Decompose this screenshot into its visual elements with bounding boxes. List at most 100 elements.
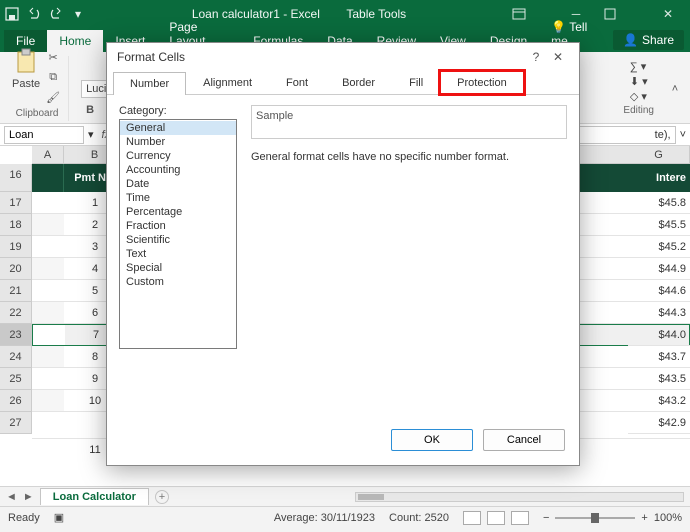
- status-bar: Ready ▣ Average: 30/11/1923 Count: 2520 …: [0, 506, 690, 528]
- row-26[interactable]: 26: [0, 390, 32, 412]
- dialog-tabs: Number Alignment Font Border Fill Protec…: [107, 71, 579, 95]
- cell-interest[interactable]: $43.5: [628, 368, 690, 390]
- dialog-close-icon[interactable]: ✕: [547, 50, 569, 64]
- category-item[interactable]: Custom: [120, 275, 236, 289]
- save-icon[interactable]: [4, 6, 20, 22]
- autosum-button[interactable]: ∑ ▾: [630, 60, 646, 73]
- cell-interest[interactable]: $45.8: [628, 192, 690, 214]
- category-item[interactable]: General: [120, 121, 236, 135]
- collapse-ribbon-icon[interactable]: ˄: [666, 80, 684, 98]
- editing-group-label: Editing: [623, 105, 654, 116]
- format-description: General format cells have no specific nu…: [251, 151, 567, 163]
- category-item[interactable]: Number: [120, 135, 236, 149]
- bold-button[interactable]: B: [81, 101, 99, 119]
- cell-interest[interactable]: $45.5: [628, 214, 690, 236]
- minimize-icon[interactable]: ─: [558, 7, 594, 21]
- category-item[interactable]: Percentage: [120, 205, 236, 219]
- undo-icon[interactable]: [26, 6, 42, 22]
- dialog-tab-fill[interactable]: Fill: [392, 71, 440, 94]
- cancel-button[interactable]: Cancel: [483, 429, 565, 451]
- paste-label: Paste: [12, 78, 40, 90]
- dialog-title: Format Cells: [117, 50, 185, 64]
- cell-interest[interactable]: $45.2: [628, 236, 690, 258]
- cell-interest[interactable]: $44.3: [628, 302, 690, 324]
- category-label: Category:: [119, 105, 237, 117]
- category-item[interactable]: Text: [120, 247, 236, 261]
- row-23[interactable]: 23: [0, 324, 32, 346]
- context-tab-title: Table Tools: [346, 7, 406, 21]
- row-27[interactable]: 27: [0, 412, 32, 434]
- status-avg-value: 30/11/1923: [321, 512, 375, 524]
- format-painter-icon[interactable]: 🖌: [44, 88, 62, 106]
- view-pagelayout-icon[interactable]: [487, 511, 505, 525]
- dialog-tab-alignment[interactable]: Alignment: [186, 71, 269, 94]
- status-count-value: 2520: [425, 512, 449, 524]
- zoom-in-icon[interactable]: +: [641, 512, 647, 524]
- view-pagebreak-icon[interactable]: [511, 511, 529, 525]
- share-label: Share: [642, 33, 674, 47]
- category-item[interactable]: Fraction: [120, 219, 236, 233]
- sheet-nav-next-icon[interactable]: ►: [23, 491, 34, 503]
- fill-button[interactable]: ⬇ ▾: [630, 75, 648, 88]
- row-17[interactable]: 17: [0, 192, 32, 214]
- category-item[interactable]: Time: [120, 191, 236, 205]
- sheet-tabs: ◄ ► Loan Calculator +: [0, 486, 690, 506]
- qat-dropdown-icon[interactable]: ▾: [70, 6, 86, 22]
- status-avg-label: Average:: [274, 512, 318, 524]
- category-item[interactable]: Special: [120, 261, 236, 275]
- maximize-icon[interactable]: [604, 8, 640, 20]
- status-ready: Ready: [8, 512, 40, 524]
- formula-expand-icon[interactable]: ˅: [680, 129, 686, 141]
- zoom-slider[interactable]: [555, 517, 635, 519]
- horizontal-scrollbar[interactable]: [355, 492, 684, 502]
- row-24[interactable]: 24: [0, 346, 32, 368]
- sample-box: Sample: [251, 105, 567, 139]
- namebox-dropdown-icon[interactable]: ▾: [88, 128, 94, 141]
- category-item[interactable]: Currency: [120, 149, 236, 163]
- row-22[interactable]: 22: [0, 302, 32, 324]
- ok-button[interactable]: OK: [391, 429, 473, 451]
- col-header-A[interactable]: A: [32, 146, 64, 163]
- sheet-tab-loan[interactable]: Loan Calculator: [40, 488, 149, 505]
- cell-interest[interactable]: $43.7: [628, 346, 690, 368]
- row-headers[interactable]: 16 17 18 19 20 21 22 23 24 25 26 27: [0, 164, 32, 434]
- dialog-tab-font[interactable]: Font: [269, 71, 325, 94]
- sheet-nav-prev-icon[interactable]: ◄: [6, 491, 17, 503]
- cut-icon[interactable]: ✂: [44, 48, 62, 66]
- dialog-help-icon[interactable]: ?: [525, 50, 547, 64]
- copy-icon[interactable]: ⧉: [44, 68, 62, 86]
- row-25[interactable]: 25: [0, 368, 32, 390]
- cell-interest[interactable]: $44.9: [628, 258, 690, 280]
- col-header-G[interactable]: G: [628, 146, 690, 163]
- row-21[interactable]: 21: [0, 280, 32, 302]
- cell-interest[interactable]: $43.2: [628, 390, 690, 412]
- zoom-out-icon[interactable]: −: [543, 512, 549, 524]
- row-16[interactable]: 16: [0, 164, 32, 192]
- dialog-tab-border[interactable]: Border: [325, 71, 392, 94]
- format-cells-dialog: Format Cells ? ✕ Number Alignment Font B…: [106, 42, 580, 466]
- category-list[interactable]: GeneralNumberCurrencyAccountingDateTimeP…: [119, 119, 237, 349]
- ribbon-options-icon[interactable]: [512, 8, 548, 20]
- category-item[interactable]: Accounting: [120, 163, 236, 177]
- row-18[interactable]: 18: [0, 214, 32, 236]
- name-box[interactable]: [4, 126, 84, 144]
- category-item[interactable]: Date: [120, 177, 236, 191]
- row-20[interactable]: 20: [0, 258, 32, 280]
- paste-button[interactable]: Paste: [12, 48, 40, 90]
- redo-icon[interactable]: [48, 6, 64, 22]
- macro-record-icon[interactable]: ▣: [54, 511, 64, 524]
- share-icon: 👤: [623, 33, 638, 47]
- cell-interest[interactable]: $42.9: [628, 412, 690, 434]
- dialog-tab-protection[interactable]: Protection: [440, 71, 524, 94]
- view-normal-icon[interactable]: [463, 511, 481, 525]
- share-button[interactable]: 👤 Share: [613, 30, 684, 50]
- close-window-icon[interactable]: ✕: [650, 7, 686, 21]
- dialog-tab-number[interactable]: Number: [113, 72, 186, 95]
- clipboard-group-label: Clipboard: [16, 108, 59, 119]
- new-sheet-button[interactable]: +: [155, 490, 169, 504]
- cell-interest[interactable]: $44.6: [628, 280, 690, 302]
- cell-interest[interactable]: $44.0: [628, 324, 690, 346]
- row-19[interactable]: 19: [0, 236, 32, 258]
- category-item[interactable]: Scientific: [120, 233, 236, 247]
- clear-button[interactable]: ◇ ▾: [630, 90, 647, 103]
